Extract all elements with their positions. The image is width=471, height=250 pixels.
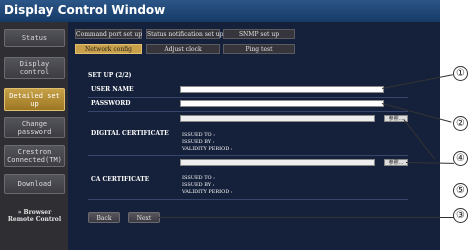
next-button[interactable]: Next xyxy=(128,212,160,223)
digital-certificate-file-field[interactable] xyxy=(180,115,375,122)
divider xyxy=(88,155,408,156)
digital-issued-to: ISSUED TO : xyxy=(182,132,215,138)
callout-1: ① xyxy=(453,66,468,81)
section-title: SET UP (2/2) xyxy=(88,72,132,79)
password-label: PASSWORD xyxy=(91,100,131,107)
ca-certificate-label: CA CERTIFICATE xyxy=(91,176,150,183)
callout-3: ③ xyxy=(453,208,468,223)
title-bar: Display Control Window xyxy=(0,0,440,22)
tab-status-notification-set-up[interactable]: Status notification set up xyxy=(146,29,223,39)
browser-remote-control-link[interactable]: » Browser Remote Control xyxy=(4,206,65,226)
password-input[interactable] xyxy=(180,100,384,107)
window-title: Display Control Window xyxy=(4,3,166,17)
ca-validity-period: VALIDITY PERIOD : xyxy=(182,189,233,195)
digital-certificate-label: DIGITAL CERTIFICATE xyxy=(91,130,169,137)
tab-adjust-clock[interactable]: Adjust clock xyxy=(146,44,220,54)
callout-4: ④ xyxy=(453,151,468,166)
divider xyxy=(88,111,408,112)
ca-certificate-file-field[interactable] xyxy=(180,159,375,166)
back-button[interactable]: Back xyxy=(88,212,120,223)
sidebar: Status Display control Detailed set up C… xyxy=(0,22,68,250)
sidebar-item-crestron-connected[interactable]: Crestron Connected(TM) xyxy=(4,145,65,167)
ca-certificate-browse-button[interactable]: 参照... xyxy=(384,159,408,166)
sidebar-item-change-password[interactable]: Change password xyxy=(4,117,65,138)
sidebar-item-detailed-set-up[interactable]: Detailed set up xyxy=(4,88,65,111)
display-control-window: Display Control Window Status Display co… xyxy=(0,0,440,250)
tab-command-port-set-up[interactable]: Command port set up xyxy=(75,29,142,39)
callout-leader-line xyxy=(158,217,454,218)
sidebar-item-status[interactable]: Status xyxy=(4,29,65,47)
user-name-label: USER NAME xyxy=(91,86,134,93)
callout-2: ② xyxy=(453,116,468,131)
divider xyxy=(88,97,408,98)
tab-ping-test[interactable]: Ping test xyxy=(223,44,295,54)
tab-snmp-set-up[interactable]: SNMP set up xyxy=(223,29,295,39)
digital-issued-by: ISSUED BY : xyxy=(182,139,215,145)
user-name-input[interactable] xyxy=(180,86,384,93)
ca-issued-to: ISSUED TO : xyxy=(182,175,215,181)
digital-validity-period: VALIDITY PERIOD : xyxy=(182,146,233,152)
divider xyxy=(88,199,408,200)
sidebar-item-display-control[interactable]: Display control xyxy=(4,57,65,79)
ca-issued-by: ISSUED BY : xyxy=(182,182,215,188)
callout-5: ⑤ xyxy=(453,183,468,198)
tab-network-config[interactable]: Network config xyxy=(75,44,142,54)
sidebar-item-download[interactable]: Download xyxy=(4,174,65,194)
